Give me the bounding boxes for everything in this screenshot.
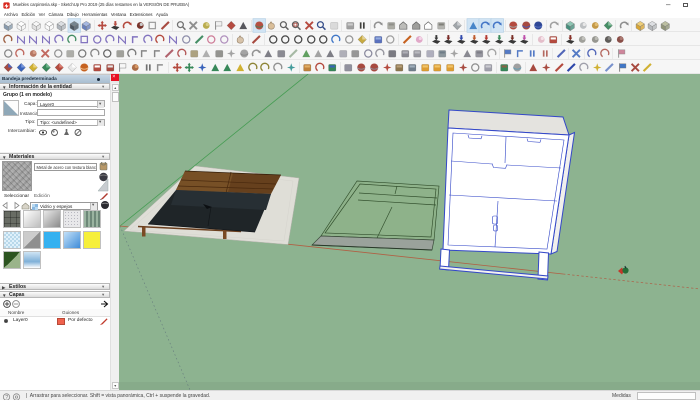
- svg-text:?: ?: [5, 395, 8, 400]
